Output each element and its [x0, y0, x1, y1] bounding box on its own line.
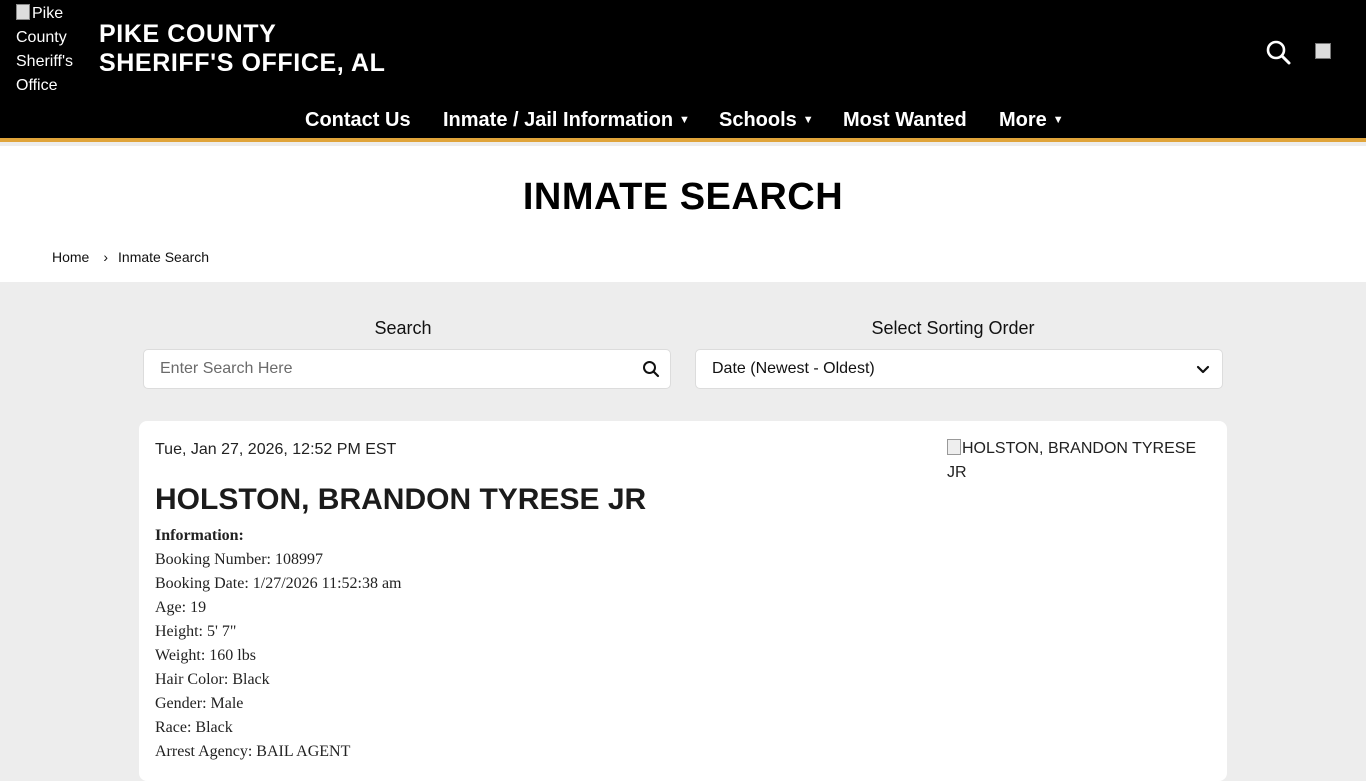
title-band: INMATE SEARCH Home › Inmate Search	[0, 146, 1366, 282]
site-title-line1: PIKE COUNTY	[99, 20, 277, 48]
nav-schools[interactable]: Schools ▼	[719, 104, 814, 136]
search-input[interactable]	[144, 350, 604, 388]
nav-contact-us[interactable]: Contact Us	[305, 104, 411, 136]
site-header: Pike County Sheriff's Office PIKE COUNTY…	[0, 0, 1366, 142]
nav-inmate-jail-information[interactable]: Inmate / Jail Information ▼	[443, 104, 690, 136]
info-booking-number: Booking Number: 108997	[155, 551, 323, 568]
main-nav: Contact Us Inmate / Jail Information ▼ Sc…	[0, 104, 1366, 138]
broken-image-icon	[947, 439, 961, 455]
search-icon	[1266, 40, 1291, 65]
header-image-button[interactable]	[1315, 43, 1331, 59]
info-race: Race: Black	[155, 719, 233, 736]
site-logo[interactable]: Pike County Sheriff's Office	[16, 2, 96, 98]
caret-down-icon: ▼	[802, 114, 814, 126]
broken-image-icon	[16, 4, 30, 20]
sort-selected-value: Date (Newest - Oldest)	[712, 360, 875, 377]
nav-label: Most Wanted	[843, 109, 967, 131]
sort-select[interactable]: Date (Newest - Oldest)	[695, 349, 1223, 389]
booking-datetime: Tue, Jan 27, 2026, 12:52 PM EST	[155, 441, 397, 458]
inmate-photo-alt: HOLSTON, BRANDON TYRESE JR	[947, 440, 1197, 481]
nav-label: More	[999, 109, 1047, 131]
nav-more[interactable]: More ▼	[999, 104, 1064, 136]
inmate-name: HOLSTON, BRANDON TYRESE JR	[155, 483, 647, 516]
inmate-photo: HOLSTON, BRANDON TYRESE JR	[947, 437, 1217, 485]
info-height: Height: 5' 7"	[155, 623, 237, 640]
header-search-button[interactable]	[1264, 38, 1292, 66]
info-arrest-agency: Arrest Agency: BAIL AGENT	[155, 743, 351, 760]
nav-label: Schools	[719, 109, 797, 131]
info-gender: Gender: Male	[155, 695, 244, 712]
nav-label: Contact Us	[305, 109, 411, 131]
info-weight: Weight: 160 lbs	[155, 647, 256, 664]
search-label: Search	[374, 318, 432, 338]
site-title-line2: SHERIFF'S OFFICE, AL	[99, 49, 386, 77]
chevron-down-icon	[1196, 365, 1210, 374]
sort-label: Select Sorting Order	[871, 318, 1035, 338]
nav-most-wanted[interactable]: Most Wanted	[843, 104, 967, 136]
chevron-right-icon: ›	[103, 249, 109, 265]
site-title[interactable]: PIKE COUNTY SHERIFF'S OFFICE, AL	[99, 20, 385, 78]
info-age: Age: 19	[155, 599, 207, 616]
info-hair-color: Hair Color: Black	[155, 671, 270, 688]
page-title: INMATE SEARCH	[522, 176, 844, 218]
inmate-card: Tue, Jan 27, 2026, 12:52 PM EST HOLSTON,…	[139, 421, 1227, 781]
inmate-information: Information: Booking Number: 108997 Book…	[155, 524, 402, 764]
breadcrumb: Home › Inmate Search	[52, 249, 209, 265]
breadcrumb-home[interactable]: Home	[52, 249, 89, 265]
information-heading: Information:	[155, 527, 244, 544]
breadcrumb-current: Inmate Search	[118, 249, 210, 265]
info-booking-date: Booking Date: 1/27/2026 11:52:38 am	[155, 575, 402, 592]
caret-down-icon: ▼	[679, 114, 690, 126]
caret-down-icon: ▼	[1052, 114, 1064, 126]
search-icon[interactable]	[642, 360, 660, 378]
nav-label: Inmate / Jail Information	[443, 109, 674, 131]
search-field	[143, 349, 671, 389]
